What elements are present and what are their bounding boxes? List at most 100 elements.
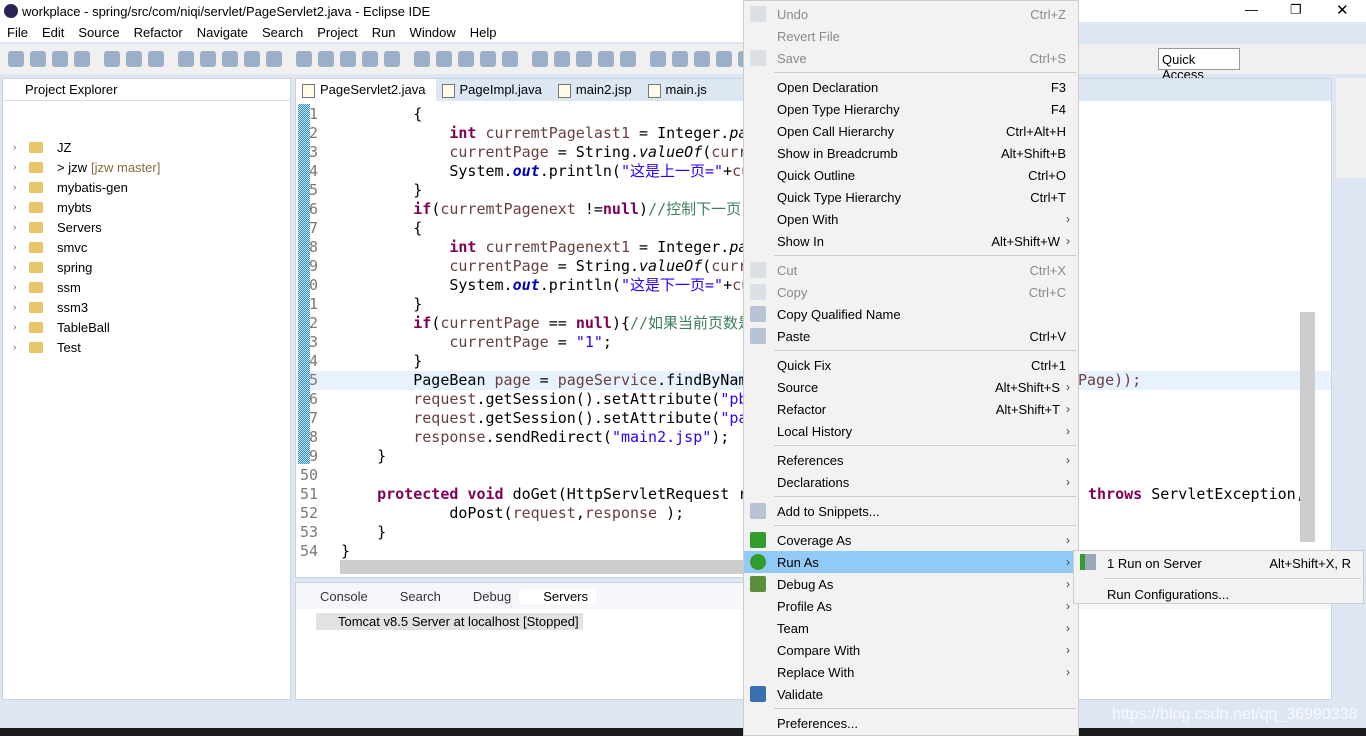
menu-item-1-run-on-server[interactable]: 1 Run on Server Alt+Shift+X, R [1074,551,1363,575]
tab-console[interactable]: Console [296,589,376,604]
toolbar-button-icon[interactable] [52,51,68,67]
chevron-right-icon[interactable]: › [13,242,29,253]
toolbar-button-icon[interactable] [650,51,666,67]
menu-window[interactable]: Window [403,25,463,40]
menu-item-references[interactable]: References › [744,449,1078,471]
tree-item-tableball[interactable]: › TableBall [3,317,290,337]
toolbar-button-icon[interactable] [480,51,496,67]
toolbar-button-icon[interactable] [126,51,142,67]
toolbar-button-icon[interactable] [8,51,24,67]
tree-item-ssm3[interactable]: › ssm3 [3,297,290,317]
toolbar-button-icon[interactable] [576,51,592,67]
menu-item-copy[interactable]: Copy Ctrl+C [744,281,1078,303]
chevron-right-icon[interactable]: › [13,282,29,293]
toolbar-button-icon[interactable] [266,51,282,67]
menu-item-revert-file[interactable]: Revert File [744,25,1078,47]
menu-item-compare-with[interactable]: Compare With › [744,639,1078,661]
toolbar-button-icon[interactable] [384,51,400,67]
menu-item-quick-outline[interactable]: Quick Outline Ctrl+O [744,164,1078,186]
menu-file[interactable]: File [0,25,35,40]
tree-item-mybatis-gen[interactable]: › mybatis-gen [3,177,290,197]
menu-item-preferences[interactable]: Preferences... [744,712,1078,734]
menu-item-replace-with[interactable]: Replace With › [744,661,1078,683]
menu-item-debug-as[interactable]: Debug As › [744,573,1078,595]
toolbar-button-icon[interactable] [296,51,312,67]
menu-item-save[interactable]: Save Ctrl+S [744,47,1078,69]
toolbar-button-icon[interactable] [104,51,120,67]
chevron-right-icon[interactable]: › [13,162,29,173]
menu-item-show-in[interactable]: Show In Alt+Shift+W › [744,230,1078,252]
menu-item-quick-type-hierarchy[interactable]: Quick Type Hierarchy Ctrl+T [744,186,1078,208]
toolbar-button-icon[interactable] [74,51,90,67]
toolbar-button-icon[interactable] [222,51,238,67]
quick-access-input[interactable]: Quick Access [1158,48,1240,82]
toolbar-button-icon[interactable] [554,51,570,67]
maximize-button[interactable]: ❐ [1290,2,1302,18]
toolbar-button-icon[interactable] [598,51,614,67]
toolbar-button-icon[interactable] [458,51,474,67]
menu-item-open-type-hierarchy[interactable]: Open Type Hierarchy F4 [744,98,1078,120]
menu-item-copy-qualified-name[interactable]: Copy Qualified Name [744,303,1078,325]
menu-search[interactable]: Search [255,25,310,40]
tree-item-smvc[interactable]: › smvc [3,237,290,257]
menu-item-open-call-hierarchy[interactable]: Open Call Hierarchy Ctrl+Alt+H [744,120,1078,142]
tree-item-jzw[interactable]: › > jzw [jzw master] [3,157,290,177]
menu-item-cut[interactable]: Cut Ctrl+X [744,259,1078,281]
menu-item-add-to-snippets[interactable]: Add to Snippets... [744,500,1078,522]
menu-item-run-configurations[interactable]: Run Configurations... [1074,582,1363,606]
tab-search[interactable]: Search [376,589,449,604]
menu-item-local-history[interactable]: Local History › [744,420,1078,442]
tree-item-test[interactable]: › Test [3,337,290,357]
toolbar-button-icon[interactable] [362,51,378,67]
toolbar-button-icon[interactable] [620,51,636,67]
minimize-button[interactable]: — [1245,2,1258,17]
menu-item-show-in-breadcrumb[interactable]: Show in Breadcrumb Alt+Shift+B [744,142,1078,164]
menu-project[interactable]: Project [310,25,364,40]
menu-run[interactable]: Run [365,25,403,40]
tab-pageservlet2-java[interactable]: PageServlet2.java [296,79,436,101]
toolbar-button-icon[interactable] [414,51,430,67]
menu-item-team[interactable]: Team › [744,617,1078,639]
toolbar-button-icon[interactable] [694,51,710,67]
chevron-right-icon[interactable]: › [13,342,29,353]
chevron-right-icon[interactable]: › [13,202,29,213]
toolbar-button-icon[interactable] [716,51,732,67]
toolbar-button-icon[interactable] [178,51,194,67]
tab-project-explorer[interactable]: Project Explorer [3,79,290,101]
tab-debug[interactable]: Debug [449,589,519,604]
tree-item-servers[interactable]: › Servers [3,217,290,237]
tree-item-spring[interactable]: › spring [3,257,290,277]
menu-item-refactor[interactable]: Refactor Alt+Shift+T › [744,398,1078,420]
menu-item-open-with[interactable]: Open With › [744,208,1078,230]
menu-help[interactable]: Help [463,25,504,40]
chevron-right-icon[interactable]: › [13,262,29,273]
menu-item-validate[interactable]: Validate [744,683,1078,705]
server-entry[interactable]: Tomcat v8.5 Server at localhost [Stopped… [316,613,583,630]
toolbar-button-icon[interactable] [30,51,46,67]
tab-main-js[interactable]: main.js [642,79,717,101]
menu-item-run-as[interactable]: Run As › [744,551,1078,573]
menu-item-declarations[interactable]: Declarations › [744,471,1078,493]
menu-refactor[interactable]: Refactor [127,25,190,40]
menu-item-profile-as[interactable]: Profile As › [744,595,1078,617]
menu-item-paste[interactable]: Paste Ctrl+V [744,325,1078,347]
menu-item-open-declaration[interactable]: Open Declaration F3 [744,76,1078,98]
tab-servers[interactable]: Servers [519,588,597,604]
chevron-right-icon[interactable]: › [13,322,29,333]
menu-navigate[interactable]: Navigate [190,25,255,40]
toolbar-button-icon[interactable] [318,51,334,67]
chevron-right-icon[interactable]: › [13,302,29,313]
chevron-right-icon[interactable]: › [13,222,29,233]
menu-edit[interactable]: Edit [35,25,71,40]
toolbar-button-icon[interactable] [148,51,164,67]
tab-pageimpl-java[interactable]: PageImpl.java [436,79,552,101]
toolbar-button-icon[interactable] [502,51,518,67]
menu-source[interactable]: Source [71,25,126,40]
tree-item-ssm[interactable]: › ssm [3,277,290,297]
tab-main2-jsp[interactable]: main2.jsp [552,79,642,101]
horizontal-scrollbar[interactable] [340,560,750,574]
toolbar-button-icon[interactable] [340,51,356,67]
tree-item-mybts[interactable]: › mybts [3,197,290,217]
toolbar-button-icon[interactable] [436,51,452,67]
menu-item-source[interactable]: Source Alt+Shift+S › [744,376,1078,398]
